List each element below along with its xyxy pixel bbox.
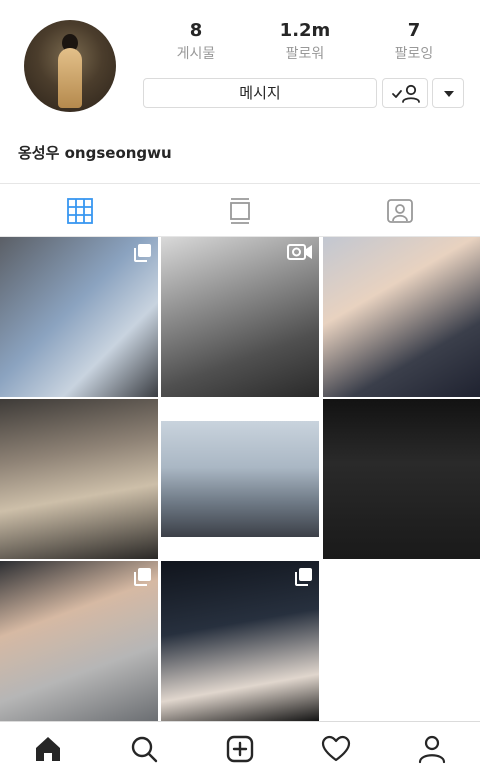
tab-grid[interactable] bbox=[0, 184, 160, 237]
tagged-icon bbox=[387, 199, 413, 223]
stat-following[interactable]: 7 팔로잉 bbox=[360, 18, 468, 64]
profile-icon bbox=[418, 735, 446, 764]
post-thumbnail[interactable] bbox=[0, 237, 158, 397]
tab-tagged[interactable] bbox=[320, 184, 480, 237]
nav-activity[interactable] bbox=[321, 734, 351, 764]
post-thumbnail[interactable] bbox=[161, 399, 319, 559]
stat-posts-label: 게시물 bbox=[176, 46, 216, 62]
message-button[interactable]: 메시지 bbox=[143, 78, 377, 108]
multiple-photos-icon bbox=[134, 244, 151, 262]
nav-search[interactable] bbox=[129, 734, 159, 764]
post-thumbnail[interactable] bbox=[323, 399, 480, 559]
post-thumbnail[interactable] bbox=[0, 561, 158, 721]
stat-following-count: 7 bbox=[407, 20, 421, 41]
posts-grid bbox=[0, 237, 480, 721]
post-thumbnail[interactable] bbox=[161, 561, 319, 721]
tab-feed[interactable] bbox=[160, 184, 320, 237]
profile-username: 옹성우 ongseongwu bbox=[18, 144, 172, 162]
stat-followers-count: 1.2m bbox=[279, 20, 331, 41]
heart-icon bbox=[321, 735, 351, 762]
stat-followers-label: 팔로워 bbox=[285, 46, 325, 62]
feed-icon bbox=[230, 198, 250, 224]
profile-stats: 8 게시물 1.2m 팔로워 7 팔로잉 bbox=[142, 18, 468, 68]
nav-new-post[interactable] bbox=[225, 734, 255, 764]
stat-followers[interactable]: 1.2m 팔로워 bbox=[251, 18, 359, 64]
stat-posts[interactable]: 8 게시물 bbox=[142, 18, 250, 64]
following-button[interactable] bbox=[382, 78, 428, 108]
multiple-photos-icon bbox=[295, 568, 312, 586]
profile-avatar[interactable] bbox=[24, 20, 116, 112]
post-thumbnail[interactable] bbox=[0, 399, 158, 559]
post-thumbnail[interactable] bbox=[323, 237, 480, 397]
nav-profile[interactable] bbox=[417, 734, 447, 764]
new-post-icon bbox=[226, 735, 254, 763]
post-thumbnail[interactable] bbox=[161, 237, 319, 397]
grid-icon bbox=[67, 198, 93, 224]
stat-following-label: 팔로잉 bbox=[394, 46, 434, 62]
post-image bbox=[161, 421, 319, 537]
bottom-navigation bbox=[0, 721, 480, 774]
profile-header: 8 게시물 1.2m 팔로워 7 팔로잉 메시지 옹성우 ongseongwu bbox=[0, 0, 480, 183]
more-options-button[interactable] bbox=[432, 78, 464, 108]
search-icon bbox=[131, 736, 158, 763]
video-icon bbox=[287, 244, 312, 260]
caret-down-icon bbox=[444, 91, 454, 97]
multiple-photos-icon bbox=[134, 568, 151, 586]
nav-home[interactable] bbox=[33, 734, 63, 764]
stat-posts-count: 8 bbox=[189, 20, 203, 41]
home-icon bbox=[36, 737, 60, 761]
following-check-icon bbox=[392, 84, 420, 103]
profile-tabs bbox=[0, 183, 480, 237]
